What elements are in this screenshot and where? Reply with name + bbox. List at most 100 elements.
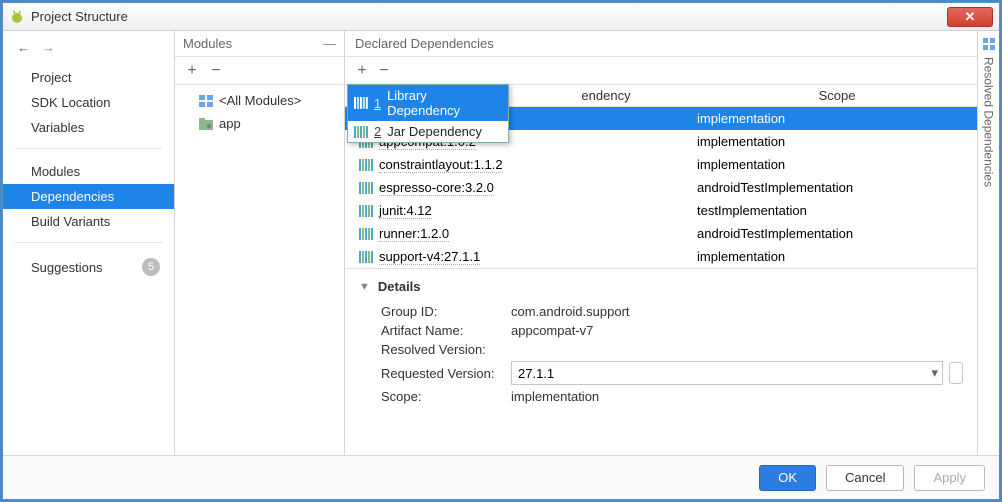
module-label: app	[219, 116, 241, 131]
detail-key: Requested Version:	[381, 366, 511, 381]
sidebar-group-1: Project SDK Location Variables	[3, 63, 174, 140]
declared-toolbar: + − 1 Library Dependency 2 Jar Dependenc…	[345, 57, 977, 85]
detail-group-id: Group ID: com.android.support	[381, 304, 963, 319]
details-header[interactable]: ▼ Details	[359, 279, 963, 294]
forward-icon[interactable]: →	[42, 40, 55, 55]
minimize-icon[interactable]: —	[323, 36, 336, 51]
suggestions-label: Suggestions	[31, 260, 103, 275]
dep-name: junit:4.12	[379, 203, 432, 219]
rail-label: Resolved Dependencies	[982, 57, 996, 187]
modules-toolbar: + −	[175, 57, 344, 85]
dialog-footer: OK Cancel Apply	[3, 455, 999, 499]
detail-key: Scope:	[381, 389, 511, 404]
library-icon	[354, 126, 368, 138]
all-modules-icon	[199, 95, 213, 107]
project-structure-window: Project Structure ✕ ← → Project SDK Loca…	[2, 2, 1000, 500]
table-row[interactable]: junit:4.12 testImplementation	[345, 199, 977, 222]
add-dependency-button[interactable]: +	[351, 60, 373, 82]
declared-header: Declared Dependencies	[345, 31, 977, 57]
cancel-button[interactable]: Cancel	[826, 465, 904, 491]
details-panel: ▼ Details Group ID: com.android.support …	[345, 268, 977, 414]
detail-value: com.android.support	[511, 304, 630, 319]
dropdown-item-jar-dependency[interactable]: 2 Jar Dependency	[348, 121, 508, 142]
module-label: <All Modules>	[219, 93, 301, 108]
dropdown-num: 1	[374, 96, 381, 111]
details-label: Details	[378, 279, 421, 294]
titlebar: Project Structure ✕	[3, 3, 999, 31]
sidebar-group-3: Suggestions 5	[3, 251, 174, 281]
table-row[interactable]: support-v4:27.1.1 implementation	[345, 245, 977, 268]
table-row[interactable]: constraintlayout:1.1.2 implementation	[345, 153, 977, 176]
sidebar: ← → Project SDK Location Variables Modul…	[3, 31, 175, 455]
detail-value: implementation	[511, 389, 599, 404]
dropdown-num: 2	[374, 124, 381, 139]
window-title: Project Structure	[31, 9, 947, 24]
dep-scope: implementation	[697, 111, 977, 126]
requested-version-value: 27.1.1	[518, 366, 554, 381]
sidebar-item-build-variants[interactable]: Build Variants	[3, 209, 174, 234]
detail-key: Artifact Name:	[381, 323, 511, 338]
sidebar-group-2: Modules Dependencies Build Variants	[3, 157, 174, 234]
sidebar-item-suggestions[interactable]: Suggestions 5	[3, 253, 174, 281]
declared-header-label: Declared Dependencies	[355, 36, 494, 51]
add-module-button[interactable]: +	[181, 60, 203, 82]
modules-list: <All Modules> app	[175, 85, 344, 139]
ok-button[interactable]: OK	[759, 465, 816, 491]
table-row[interactable]: espresso-core:3.2.0 androidTestImplement…	[345, 176, 977, 199]
detail-key: Group ID:	[381, 304, 511, 319]
resolved-deps-icon	[982, 37, 996, 51]
dep-scope: implementation	[697, 157, 977, 172]
dropdown-item-library-dependency[interactable]: 1 Library Dependency	[348, 85, 508, 121]
nav-arrows: ← →	[3, 31, 174, 63]
dep-scope: androidTestImplementation	[697, 226, 977, 241]
scope-column-header: Scope	[697, 88, 977, 103]
library-icon	[359, 205, 373, 217]
module-all-modules[interactable]: <All Modules>	[177, 89, 342, 112]
detail-value: appcompat-v7	[511, 323, 593, 338]
module-app[interactable]: app	[177, 112, 342, 135]
resolved-dependencies-rail[interactable]: Resolved Dependencies	[977, 31, 999, 455]
library-icon	[359, 182, 373, 194]
dep-name: constraintlayout:1.1.2	[379, 157, 503, 173]
detail-artifact-name: Artifact Name: appcompat-v7	[381, 323, 963, 338]
detail-resolved-version: Resolved Version:	[381, 342, 963, 357]
library-icon	[359, 228, 373, 240]
detail-requested-version: Requested Version: 27.1.1 ▾	[381, 361, 963, 385]
dep-scope: androidTestImplementation	[697, 180, 977, 195]
sidebar-item-modules[interactable]: Modules	[3, 159, 174, 184]
extra-button[interactable]	[949, 362, 963, 384]
library-icon	[359, 159, 373, 171]
modules-header: Modules —	[175, 31, 344, 57]
table-row[interactable]: runner:1.2.0 androidTestImplementation	[345, 222, 977, 245]
remove-module-button[interactable]: −	[205, 60, 227, 82]
modules-panel: Modules — + − <All Modules> app	[175, 31, 345, 455]
dep-name: runner:1.2.0	[379, 226, 449, 242]
dep-scope: implementation	[697, 249, 977, 264]
modules-header-label: Modules	[183, 36, 232, 51]
apply-button[interactable]: Apply	[914, 465, 985, 491]
collapse-icon: ▼	[359, 281, 370, 293]
detail-key: Resolved Version:	[381, 342, 511, 357]
requested-version-combo[interactable]: 27.1.1 ▾	[511, 361, 943, 385]
declared-dependencies-panel: Declared Dependencies + − 1 Library Depe…	[345, 31, 977, 455]
remove-dependency-button[interactable]: −	[373, 60, 395, 82]
detail-scope: Scope: implementation	[381, 389, 963, 404]
sidebar-separator	[15, 148, 162, 149]
back-icon[interactable]: ←	[17, 40, 30, 55]
sidebar-item-dependencies[interactable]: Dependencies	[3, 184, 174, 209]
sidebar-item-sdk-location[interactable]: SDK Location	[3, 90, 174, 115]
close-button[interactable]: ✕	[947, 7, 993, 27]
sidebar-item-project[interactable]: Project	[3, 65, 174, 90]
library-icon	[359, 251, 373, 263]
dep-name: support-v4:27.1.1	[379, 249, 480, 265]
sidebar-separator-2	[15, 242, 162, 243]
module-folder-icon	[199, 118, 213, 130]
dropdown-label: Library Dependency	[387, 88, 502, 118]
sidebar-item-variables[interactable]: Variables	[3, 115, 174, 140]
suggestions-count-badge: 5	[142, 258, 160, 276]
chevron-down-icon: ▾	[931, 365, 938, 381]
library-icon	[354, 97, 368, 109]
android-logo-icon	[9, 9, 25, 25]
window-body: ← → Project SDK Location Variables Modul…	[3, 31, 999, 455]
dep-scope: testImplementation	[697, 203, 977, 218]
